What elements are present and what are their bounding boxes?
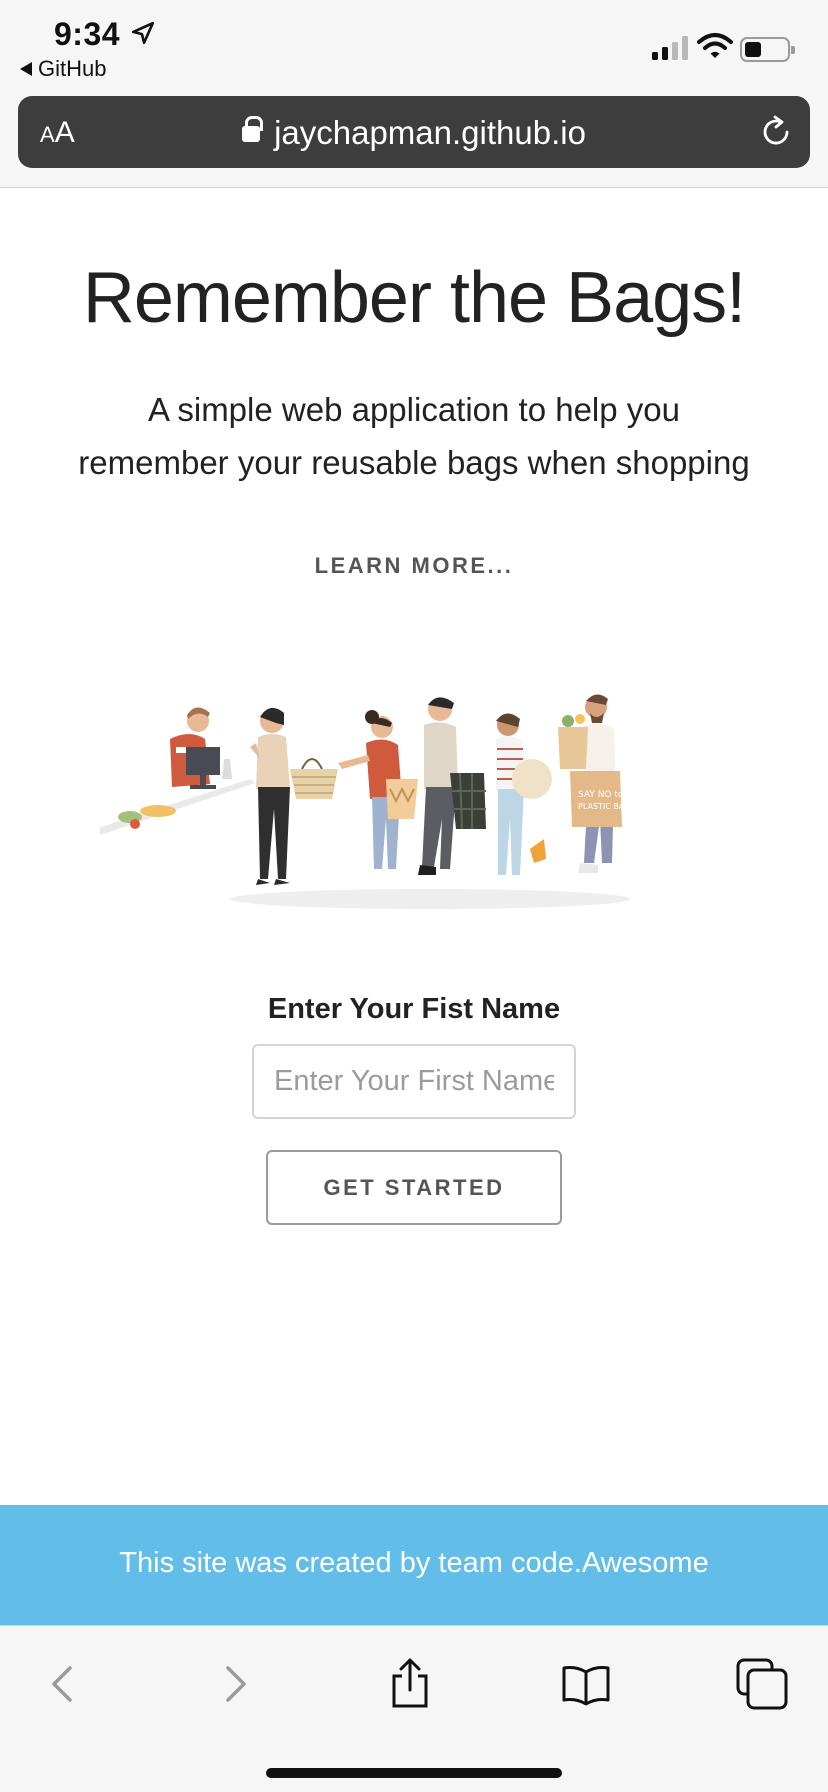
get-started-button[interactable]: GET STARTED <box>266 1150 562 1225</box>
url-text: jaychapman.github.io <box>274 114 586 151</box>
reload-icon[interactable] <box>758 114 794 150</box>
page-subtitle: A simple web application to help you rem… <box>40 383 788 489</box>
first-name-input[interactable] <box>252 1044 576 1119</box>
cellular-signal-icon <box>652 36 688 60</box>
lock-icon <box>242 116 264 142</box>
page-title: Remember the Bags! <box>82 258 746 338</box>
learn-more-link[interactable]: LEARN MORE... <box>0 553 828 579</box>
back-app-label: GitHub <box>38 56 107 81</box>
status-bar: 9:34 GitHub <box>0 0 828 90</box>
wifi-icon <box>697 33 733 58</box>
home-indicator <box>266 1768 562 1778</box>
browser-toolbar <box>0 1625 828 1792</box>
illustration-bag-text: SAY NO to <box>578 790 624 800</box>
location-arrow-icon <box>131 21 155 45</box>
first-name-label: Enter Your Fist Name <box>267 993 561 1025</box>
browser-address-area: AAAA jaychapman.github.io <box>0 90 828 188</box>
back-to-app-link[interactable]: GitHub <box>20 56 106 82</box>
status-time: 9:34 <box>54 16 121 52</box>
battery-icon <box>740 37 795 62</box>
shopping-people-illustration: SAY NO to PLASTIC BAGS <box>100 694 636 909</box>
back-triangle-icon <box>20 62 32 76</box>
svg-text:PLASTIC BAGS: PLASTIC BAGS <box>578 802 636 811</box>
url-display[interactable]: jaychapman.github.io <box>18 114 810 152</box>
tabs-icon[interactable] <box>734 1656 790 1712</box>
share-icon[interactable] <box>382 1656 438 1712</box>
subtitle-line-2: remember your reusable bags when shoppin… <box>78 444 750 481</box>
bookmarks-icon[interactable] <box>558 1656 614 1712</box>
forward-icon[interactable] <box>206 1656 262 1712</box>
page-content: Remember the Bags! A simple web applicat… <box>0 189 828 1505</box>
address-bar[interactable]: AAAA jaychapman.github.io <box>18 96 810 168</box>
subtitle-line-1: A simple web application to help you <box>148 391 680 428</box>
footer-credit-text: This site was created by team code.Aweso… <box>119 1547 709 1579</box>
back-icon[interactable] <box>36 1656 92 1712</box>
site-footer: This site was created by team code.Aweso… <box>0 1505 828 1625</box>
